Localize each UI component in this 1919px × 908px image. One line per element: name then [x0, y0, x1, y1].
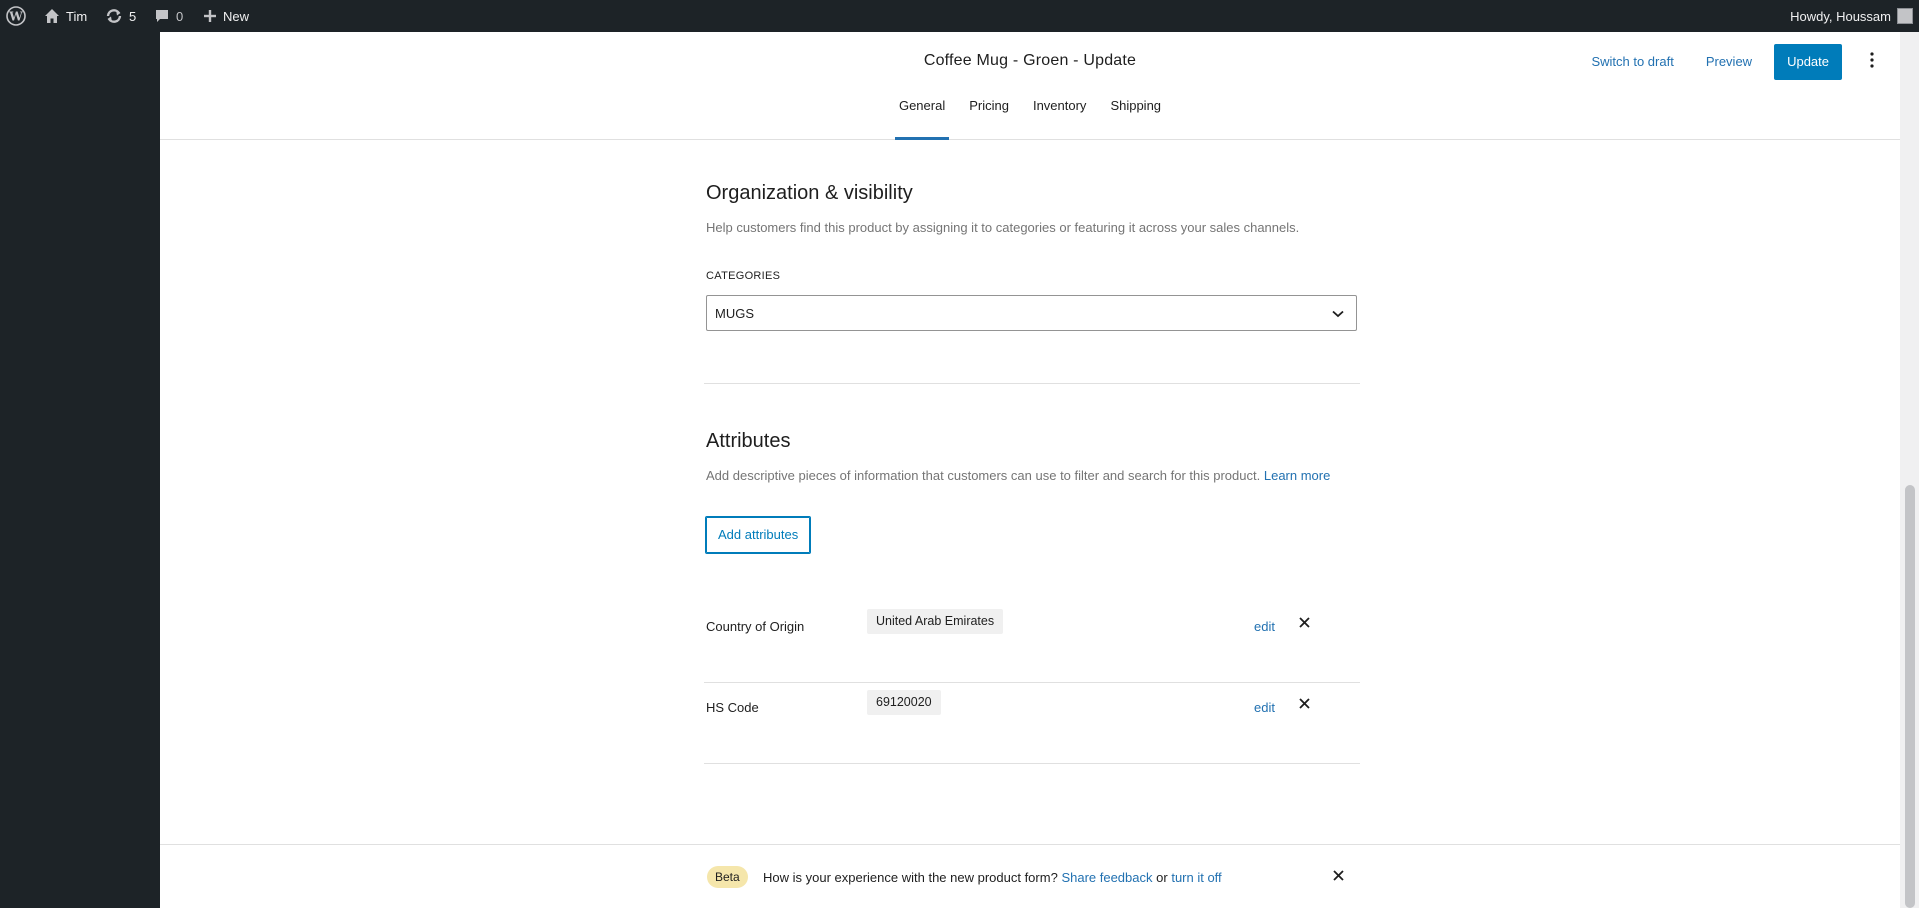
tab-shipping[interactable]: Shipping	[1098, 92, 1173, 140]
close-icon	[1298, 615, 1310, 633]
attribute-remove-button[interactable]	[1294, 614, 1314, 634]
attribute-name: Country of Origin	[706, 619, 805, 634]
comment-icon	[154, 8, 170, 24]
feedback-or: or	[1156, 870, 1168, 885]
comments-menu[interactable]: 0	[154, 0, 183, 32]
categories-label: CATEGORIES	[706, 270, 781, 282]
my-account-menu[interactable]: Howdy, Houssam	[1790, 0, 1913, 32]
editor-header: Coffee Mug - Groen - Update General Pric…	[160, 32, 1900, 140]
wordpress-logo-menu[interactable]: W	[6, 0, 26, 32]
attribute-value-chip: 69120020	[867, 690, 941, 715]
categories-select[interactable]: MUGS	[706, 295, 1357, 331]
admin-sidebar-collapsed	[0, 32, 160, 908]
update-button[interactable]: Update	[1774, 44, 1842, 80]
attribute-row: HS Code 69120020 edit	[706, 680, 1360, 740]
header-actions: Switch to draft Preview Update	[1575, 44, 1900, 80]
attribute-divider	[704, 763, 1360, 764]
scrollbar-thumb[interactable]	[1905, 485, 1915, 908]
comments-count: 0	[176, 8, 184, 24]
learn-more-link[interactable]: Learn more	[1264, 468, 1330, 483]
home-icon	[44, 8, 60, 24]
attribute-value-chip: United Arab Emirates	[867, 609, 1004, 634]
beta-badge: Beta	[707, 866, 748, 888]
tab-pricing-label: Pricing	[969, 98, 1009, 113]
feedback-message: How is your experience with the new prod…	[763, 870, 1222, 885]
tab-pricing[interactable]: Pricing	[957, 92, 1021, 140]
updates-icon	[105, 8, 123, 24]
attribute-edit-link[interactable]: edit	[1254, 619, 1275, 634]
feedback-bar: Beta How is your experience with the new…	[160, 844, 1900, 908]
site-name-label: Tim	[66, 8, 88, 24]
share-feedback-link[interactable]: Share feedback	[1061, 870, 1152, 885]
new-label: New	[223, 8, 250, 24]
admin-bar: W Tim 5 0 New Howdy, Houssam	[0, 0, 1919, 32]
product-editor: Coffee Mug - Groen - Update General Pric…	[160, 32, 1900, 908]
organization-section-title: Organization & visibility	[706, 182, 913, 204]
close-icon	[1298, 696, 1310, 714]
chevron-down-icon	[1332, 306, 1344, 321]
tab-shipping-label: Shipping	[1110, 98, 1162, 113]
categories-selected-value: MUGS	[715, 305, 754, 321]
new-content-menu[interactable]: New	[203, 0, 249, 32]
preview-button[interactable]: Preview	[1690, 44, 1768, 80]
tab-inventory[interactable]: Inventory	[1021, 92, 1098, 140]
more-options-button[interactable]	[1854, 44, 1890, 80]
wordpress-icon: W	[6, 6, 26, 26]
howdy-label: Howdy, Houssam	[1790, 8, 1891, 24]
kebab-menu-icon	[1870, 51, 1874, 73]
feedback-question: How is your experience with the new prod…	[763, 870, 1058, 885]
attribute-remove-button[interactable]	[1294, 695, 1314, 715]
attribute-edit-link[interactable]: edit	[1254, 700, 1275, 715]
plus-icon	[203, 9, 217, 23]
tab-inventory-label: Inventory	[1032, 98, 1087, 113]
updates-menu[interactable]: 5	[105, 0, 136, 32]
section-divider	[704, 383, 1360, 384]
attributes-section-title: Attributes	[706, 430, 791, 452]
attributes-section-description: Add descriptive pieces of information th…	[706, 468, 1330, 483]
tab-general-label: General	[898, 98, 946, 113]
product-tabs: General Pricing Inventory Shipping	[160, 92, 1900, 140]
attribute-row: Country of Origin United Arab Emirates e…	[706, 599, 1360, 659]
attributes-description-text: Add descriptive pieces of information th…	[706, 468, 1261, 483]
avatar	[1897, 8, 1913, 24]
close-icon	[1332, 868, 1344, 886]
svg-text:W: W	[8, 10, 23, 24]
switch-to-draft-button[interactable]: Switch to draft	[1575, 44, 1689, 80]
turn-off-link[interactable]: turn it off	[1171, 870, 1221, 885]
attribute-name: HS Code	[706, 700, 759, 715]
dismiss-feedback-button[interactable]	[1328, 867, 1348, 887]
add-attributes-button[interactable]: Add attributes	[705, 516, 812, 554]
updates-count: 5	[129, 8, 137, 24]
tab-general[interactable]: General	[887, 92, 957, 140]
site-name-menu[interactable]: Tim	[44, 0, 87, 32]
organization-section-description: Help customers find this product by assi…	[706, 220, 1300, 235]
